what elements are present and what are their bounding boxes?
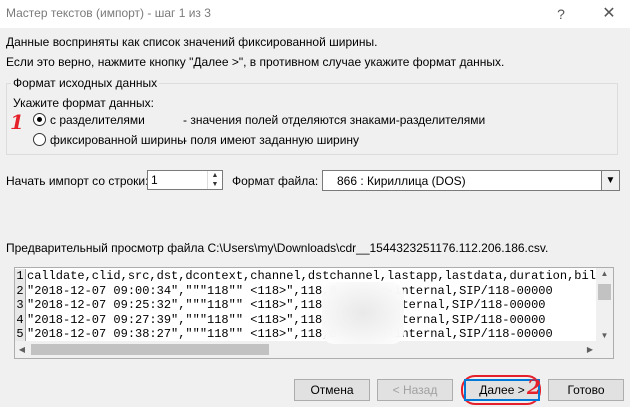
- line-number: 2: [15, 283, 26, 298]
- file-format-select[interactable]: 866 : Кириллица (DOS) ▼: [322, 170, 620, 191]
- preview-row: 3 "2018-12-07 09:25:32","""118"" <118>",1…: [15, 298, 598, 313]
- annotation-two: 2: [527, 375, 541, 399]
- radio-desc-delimited: - значения полей отделяются знаками-разд…: [183, 113, 486, 127]
- preview-row-text: calldate,clid,src,dst,dcontext,channel,d…: [27, 269, 598, 283]
- help-button[interactable]: ?: [550, 3, 572, 25]
- chevron-down-icon[interactable]: ▼: [601, 171, 619, 190]
- file-preview[interactable]: 1 calldate,clid,src,dst,dcontext,channel,…: [14, 267, 614, 359]
- preview-row: 2 "2018-12-07 09:00:34","""118"" <118>",1…: [15, 283, 598, 298]
- title-bar: Мастер текстов (импорт) - шаг 1 из 3 ? ✕: [0, 0, 630, 28]
- spin-up-icon[interactable]: ▲: [208, 171, 222, 180]
- close-button[interactable]: ✕: [598, 3, 620, 25]
- file-format-value[interactable]: 866 : Кириллица (DOS): [337, 174, 466, 188]
- redaction-blur: [322, 282, 404, 344]
- group-legend: Формат исходных данных: [11, 76, 160, 90]
- start-row-stepper[interactable]: 1 ▲ ▼: [147, 170, 223, 190]
- source-format-group: Формат исходных данных Укажите формат да…: [6, 76, 618, 155]
- back-button[interactable]: < Назад: [377, 379, 453, 401]
- annotation-one: 1: [10, 110, 24, 134]
- start-row-label: Начать импорт со строки:: [6, 174, 149, 188]
- text-import-wizard-dialog: Мастер текстов (импорт) - шаг 1 из 3 ? ✕…: [0, 0, 630, 407]
- scroll-up-icon[interactable]: ▲: [596, 268, 613, 280]
- line-number: 3: [15, 298, 26, 313]
- radio-button-unchecked[interactable]: [33, 133, 46, 146]
- scroll-left-icon[interactable]: ◀: [15, 341, 29, 358]
- horizontal-scroll-thumb[interactable]: [31, 344, 269, 355]
- preview-row-text: "2018-12-07 09:00:34","""118"" <118>",11…: [27, 283, 553, 298]
- stepper-buttons: ▲ ▼: [207, 171, 222, 189]
- preview-row-text: "2018-12-07 09:38:27","""118"" <118>",11…: [27, 327, 553, 341]
- line-number: 1: [15, 269, 26, 284]
- cancel-button[interactable]: Отмена: [294, 379, 370, 401]
- radio-desc-fixed-width: - поля имеют заданную ширину: [183, 133, 360, 147]
- preview-label: Предварительный просмотр файла C:\Users\…: [6, 241, 549, 255]
- intro-text-line-2: Если это верно, нажмите кнопку "Далее >"…: [6, 55, 505, 69]
- preview-row: 1 calldate,clid,src,dst,dcontext,channel,…: [15, 269, 598, 284]
- horizontal-scrollbar[interactable]: ◀ ▶: [15, 341, 613, 358]
- scroll-right-icon[interactable]: ▶: [583, 341, 597, 358]
- preview-row: 4 "2018-12-07 09:27:39","""118"" <118>",1…: [15, 312, 598, 327]
- preview-lines: 1 calldate,clid,src,dst,dcontext,channel,…: [15, 269, 598, 342]
- intro-text-line-1: Данные восприняты как список значений фи…: [6, 35, 378, 49]
- radio-label-delimited[interactable]: с разделителями: [50, 113, 145, 127]
- radio-label-fixed-width[interactable]: фиксированной ширины: [50, 133, 186, 147]
- window-title: Мастер текстов (импорт) - шаг 1 из 3: [6, 6, 211, 20]
- vertical-scroll-thumb[interactable]: [598, 284, 611, 300]
- preview-row-text: "2018-12-07 09:25:32","""118"" <118>",11…: [27, 298, 546, 312]
- start-row-value[interactable]: 1: [151, 173, 158, 187]
- file-format-label: Формат файла:: [232, 174, 319, 188]
- radio-button-checked[interactable]: [33, 113, 46, 126]
- vertical-scrollbar[interactable]: ▲ ▼: [596, 268, 613, 342]
- preview-row: 5 "2018-12-07 09:38:27","""118"" <118>",1…: [15, 327, 598, 342]
- line-number: 4: [15, 312, 26, 327]
- preview-row-text: "2018-12-07 09:27:39","""118"" <118>",11…: [27, 312, 546, 327]
- finish-button[interactable]: Готово: [548, 379, 624, 401]
- format-prompt: Укажите формат данных:: [13, 96, 154, 110]
- spin-down-icon[interactable]: ▼: [208, 180, 222, 189]
- line-number: 5: [15, 327, 26, 342]
